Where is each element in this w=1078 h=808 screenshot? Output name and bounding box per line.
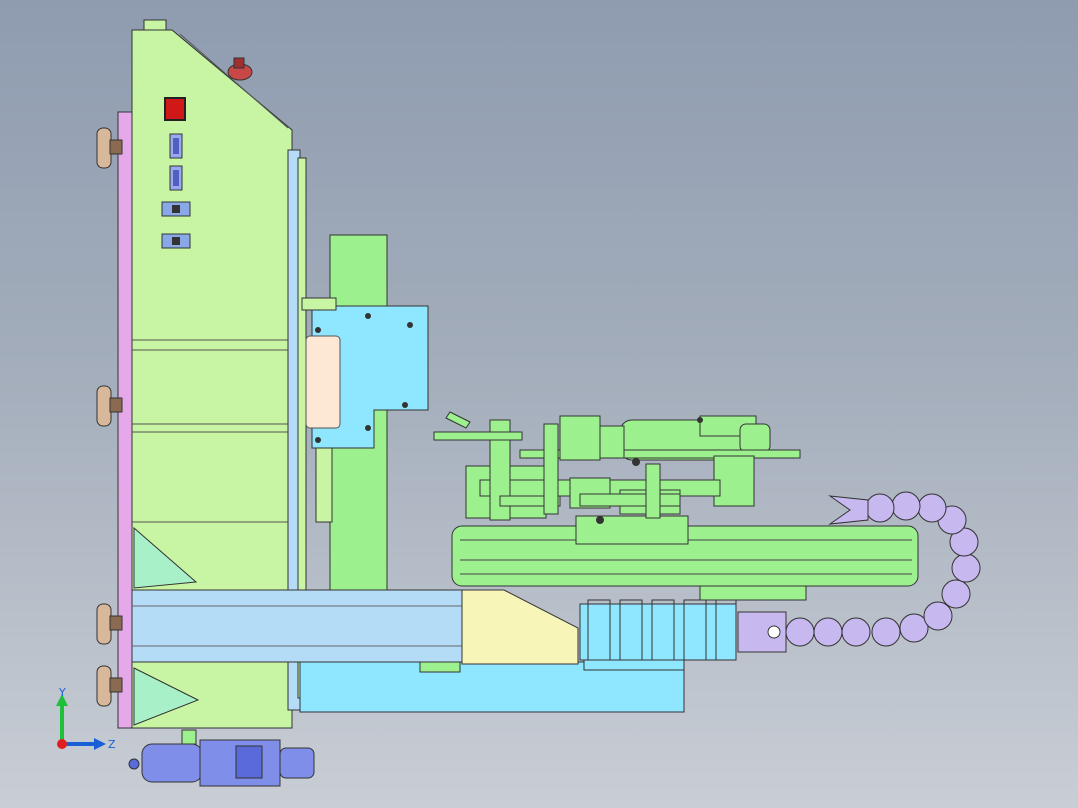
power-switch-button[interactable]: [164, 97, 186, 121]
cad-model-scene[interactable]: [0, 0, 1078, 808]
connector-icon: [169, 133, 183, 159]
carriage-top-block: [301, 297, 337, 311]
horizontal-beam[interactable]: [131, 589, 463, 663]
origin-marker: [57, 739, 67, 749]
servo-motor[interactable]: [128, 729, 315, 787]
cad-viewport[interactable]: Y Z: [0, 0, 1078, 808]
connector-icon: [161, 233, 191, 249]
cabinet-side-panel[interactable]: [117, 111, 133, 729]
wedge-mount: [461, 589, 579, 665]
rail-slider-block: [575, 515, 689, 545]
emergency-stop-icon[interactable]: [227, 57, 253, 81]
cabinet-top-cap: [143, 19, 167, 31]
coordinate-triad: Y Z: [56, 686, 116, 751]
connector-icon: [169, 165, 183, 191]
carriage-pad: [305, 335, 341, 429]
connector-icon: [161, 201, 191, 217]
z-axis-label: Z: [108, 738, 116, 751]
cable-carrier-flat[interactable]: [579, 599, 737, 671]
y-axis-label: Y: [58, 686, 66, 699]
spindle-assembly[interactable]: [433, 411, 801, 524]
column-bracket: [315, 439, 333, 523]
